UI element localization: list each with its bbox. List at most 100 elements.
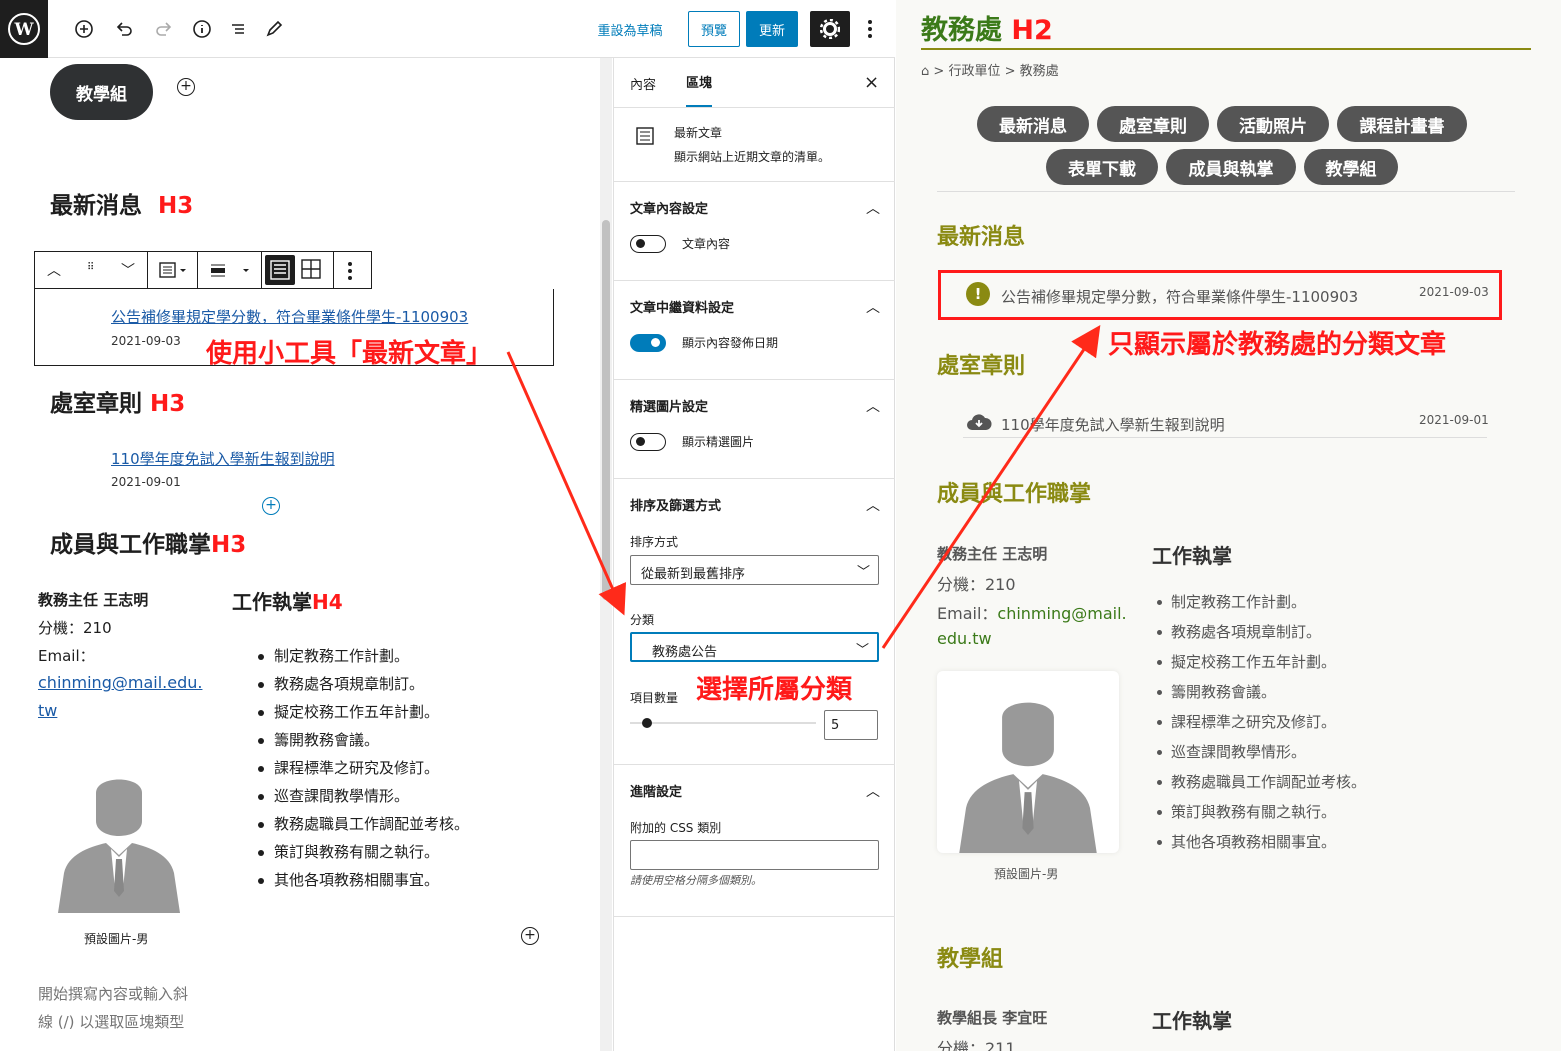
members-heading[interactable]: 成員與工作職掌H3 xyxy=(50,525,246,559)
toggle-featured-image[interactable] xyxy=(630,433,666,451)
exclamation-badge-icon: ! xyxy=(966,282,990,306)
move-down-icon[interactable]: ﹀ xyxy=(121,260,135,280)
preview-rules-item[interactable]: 110學年度免試入學新生報到說明 xyxy=(1001,414,1225,435)
latest-posts-block-icon[interactable] xyxy=(159,261,187,283)
annotation-only-shows: 只顯示屬於教務處的分類文章 xyxy=(1108,330,1447,360)
nav-pill-photos[interactable]: 活動照片 xyxy=(1217,106,1329,142)
item-count-slider[interactable] xyxy=(630,722,816,724)
editor-canvas: 教學組 + 最新消息 H3 ︿ ⠿ ﹀ 公告補修畢規定學分數，符合畢業條件學生-… xyxy=(0,58,612,1051)
duty-item: 教務處各項規章制訂。 xyxy=(254,670,469,698)
add-block-inline-icon[interactable]: + xyxy=(262,497,280,515)
add-block-icon[interactable] xyxy=(72,17,96,41)
preview-news-item[interactable]: 公告補修畢規定學分數，符合畢業條件學生-1100903 xyxy=(1001,286,1358,307)
preview-group-duties-heading: 工作執掌 xyxy=(1152,1009,1232,1033)
person-email-label: Email： xyxy=(38,647,95,665)
nav-pill-members[interactable]: 成員與執掌 xyxy=(1166,149,1296,185)
list-view-icon[interactable] xyxy=(226,17,250,41)
rules-post-date: 2021-09-01 xyxy=(111,475,181,489)
settings-gear-icon[interactable] xyxy=(810,11,850,47)
annotation-choose-category: 選擇所屬分類 xyxy=(696,675,853,705)
toggle-post-content-label: 文章內容 xyxy=(682,237,731,251)
block-description: 顯示網站上近期文章的清單。 xyxy=(674,150,831,164)
preview-email-link-cont[interactable]: edu.tw xyxy=(937,629,992,648)
panel-post-content[interactable]: 文章內容設定 xyxy=(630,198,708,217)
update-button[interactable]: 更新 xyxy=(746,11,798,47)
chevron-up-icon[interactable]: ︿ xyxy=(866,781,880,801)
block-placeholder-cont[interactable]: 線 (/) 以選取區塊類型 xyxy=(38,1011,184,1032)
preview-group-ext: 分機：211 xyxy=(937,1039,1016,1051)
panel-advanced[interactable]: 進階設定 xyxy=(630,781,682,800)
avatar-caption: 預設圖片-男 xyxy=(84,932,149,946)
tab-block[interactable]: 區塊 xyxy=(686,58,713,108)
tab-content[interactable]: 內容 xyxy=(630,58,656,108)
preview-avatar-card xyxy=(937,671,1119,853)
toggle-show-date[interactable] xyxy=(630,334,666,352)
group-pill-button[interactable]: 教學組 xyxy=(50,64,153,120)
chevron-up-icon[interactable]: ︿ xyxy=(866,297,880,317)
chevron-down-icon: ﹀ xyxy=(855,643,869,658)
nav-pill-news[interactable]: 最新消息 xyxy=(977,106,1089,142)
css-class-help: 請使用空格分隔多個類別。 xyxy=(630,874,762,887)
item-count-input[interactable]: 5 xyxy=(824,710,878,740)
item-count-slider-handle[interactable] xyxy=(642,718,652,728)
breadcrumb-item[interactable]: 行政單位 xyxy=(948,64,1000,79)
latest-posts-icon xyxy=(636,127,654,149)
info-icon[interactable] xyxy=(190,17,214,41)
chevron-up-icon[interactable]: ︿ xyxy=(866,396,880,416)
preview-person-title: 教務主任 王志明 xyxy=(937,545,1048,563)
drag-handle-icon[interactable]: ⠿ xyxy=(87,262,94,273)
preview-duty-item: 制定教務工作計劃。 xyxy=(1153,587,1366,617)
person-email-link[interactable]: chinming@mail.edu. xyxy=(38,673,202,692)
category-select[interactable]: 教務處公告 ﹀ xyxy=(630,632,879,662)
chevron-up-icon[interactable]: ︿ xyxy=(866,198,880,218)
duties-heading[interactable]: 工作執掌H4 xyxy=(232,586,343,615)
toggle-post-content[interactable] xyxy=(630,235,666,253)
grid-view-icon[interactable] xyxy=(301,259,321,283)
preview-duty-item: 教務處職員工作調配並考核。 xyxy=(1153,767,1366,797)
person-email-link-cont[interactable]: tw xyxy=(38,701,57,720)
rules-heading[interactable]: 處室章則 H3 xyxy=(50,384,185,418)
preview-email-link[interactable]: chinming@mail. xyxy=(997,604,1126,623)
page-title: 教務處 H2 xyxy=(921,15,1053,46)
panel-post-meta[interactable]: 文章中繼資料設定 xyxy=(630,297,734,316)
chevron-up-icon[interactable]: ︿ xyxy=(866,495,880,515)
undo-icon[interactable] xyxy=(112,17,136,41)
add-block-inline-icon[interactable]: + xyxy=(521,927,539,945)
nav-pill-curriculum[interactable]: 課程計畫書 xyxy=(1337,106,1467,142)
h3-tag: H3 xyxy=(150,391,186,417)
rules-post-link[interactable]: 110學年度免試入學新生報到說明 xyxy=(111,448,335,469)
revert-to-draft-button[interactable]: 重設為草稿 xyxy=(590,16,670,42)
canvas-scrollbar-thumb[interactable] xyxy=(602,220,610,600)
home-icon[interactable]: ⌂ xyxy=(921,64,929,79)
nav-pill-forms[interactable]: 表單下載 xyxy=(1046,149,1158,185)
align-icon[interactable] xyxy=(209,261,251,283)
news-post-link[interactable]: 公告補修畢規定學分數，符合畢業條件學生-1100903 xyxy=(111,306,468,327)
move-up-icon[interactable]: ︿ xyxy=(47,260,61,280)
news-heading[interactable]: 最新消息 H3 xyxy=(50,186,193,220)
close-sidebar-icon[interactable]: × xyxy=(864,72,879,93)
nav-pill-group[interactable]: 教學組 xyxy=(1304,149,1398,185)
redo-icon[interactable] xyxy=(152,17,176,41)
preview-group-heading: 教學組 xyxy=(937,947,1004,972)
preview-button[interactable]: 預覽 xyxy=(688,11,740,47)
block-name: 最新文章 xyxy=(674,126,723,140)
panel-featured-image[interactable]: 精選圖片設定 xyxy=(630,396,708,415)
block-options-icon[interactable] xyxy=(347,261,353,285)
block-editor: W 重設為草稿 預覽 更新 教學組 + 最新消息 H3 ︿ ⠿ ﹀ 公告補修畢規… xyxy=(0,0,895,1051)
tools-pencil-icon[interactable] xyxy=(262,17,286,41)
css-class-input[interactable] xyxy=(630,840,879,870)
preview-duty-item: 策訂與教務有關之執行。 xyxy=(1153,797,1366,827)
h2-tag: H2 xyxy=(1011,15,1053,46)
more-options-icon[interactable] xyxy=(860,14,880,44)
nav-pill-rules[interactable]: 處室章則 xyxy=(1097,106,1209,142)
h3-tag: H3 xyxy=(158,193,194,219)
wordpress-logo-icon[interactable]: W xyxy=(0,0,48,58)
person-extension: 分機：210 xyxy=(38,619,112,637)
avatar-placeholder xyxy=(56,771,182,917)
panel-sort-filter[interactable]: 排序及篩選方式 xyxy=(630,495,721,514)
sort-select[interactable]: 從最新到最舊排序 ﹀ xyxy=(630,555,879,585)
list-view-toggle-icon[interactable] xyxy=(265,255,295,285)
block-placeholder[interactable]: 開始撰寫內容或輸入斜 xyxy=(38,983,188,1004)
add-block-inline-icon[interactable]: + xyxy=(177,78,195,96)
duty-item: 制定教務工作計劃。 xyxy=(254,642,469,670)
